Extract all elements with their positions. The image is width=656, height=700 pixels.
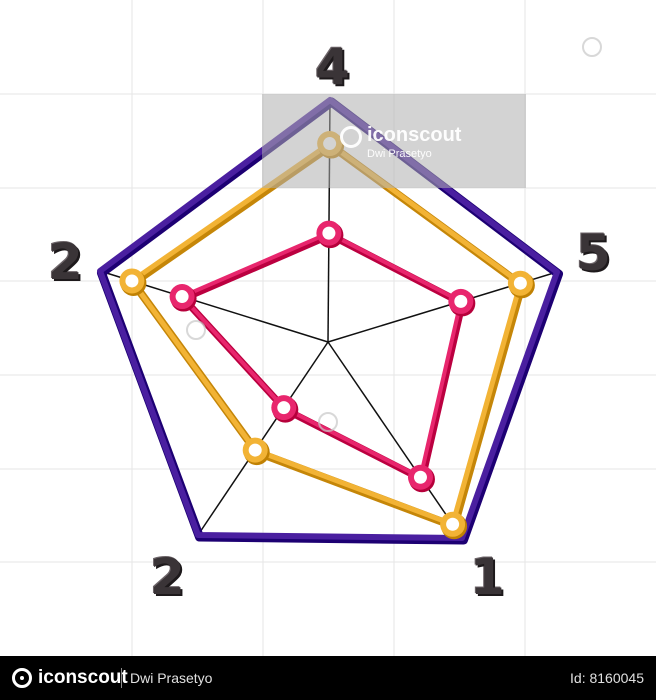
- footer-author[interactable]: Dwi Prasetyo: [130, 670, 212, 686]
- axis-label-bottom-left: 2: [150, 548, 185, 606]
- inner-marker-hole-3: [277, 401, 291, 415]
- axis-label-left: 2: [48, 233, 83, 291]
- watermark-brand: iconscout: [367, 124, 462, 146]
- watermark-dot-icon: [186, 320, 206, 340]
- footer-asset-id: Id: 8160045: [570, 670, 644, 686]
- inner-marker-hole-4: [175, 290, 189, 304]
- footer-brand[interactable]: iconscout: [38, 667, 128, 689]
- inner-polygon-shadow: [180, 231, 466, 483]
- middle-marker-hole-2: [446, 517, 460, 531]
- watermark-logo-icon: [340, 126, 362, 148]
- middle-marker-hole-3: [248, 443, 262, 457]
- axis-label-bottom-right: 1: [470, 548, 505, 606]
- watermark-author: Dwi Prasetyo: [367, 148, 432, 160]
- watermark-overlay: iconscout Dwi Prasetyo: [262, 94, 526, 188]
- inner-marker-hole-2: [413, 470, 427, 484]
- watermark-dot-icon: [318, 412, 338, 432]
- footer-divider: [121, 668, 122, 688]
- watermark-dot-icon: [582, 37, 602, 57]
- inner-marker-hole-1: [454, 294, 468, 308]
- axis-label-top: 4: [315, 38, 350, 96]
- inner-marker-hole-0: [322, 226, 336, 240]
- inner-polygon: [180, 231, 463, 480]
- footer-bar: iconscout Dwi Prasetyo Id: 8160045: [0, 656, 656, 700]
- iconscout-logo-icon[interactable]: [12, 668, 32, 688]
- axis-label-right: 5: [576, 224, 611, 282]
- middle-marker-hole-1: [513, 276, 527, 290]
- radar-illustration: 4 5 1 2 2 iconscout Dwi Prasetyo: [0, 0, 656, 656]
- middle-marker-hole-4: [125, 274, 139, 288]
